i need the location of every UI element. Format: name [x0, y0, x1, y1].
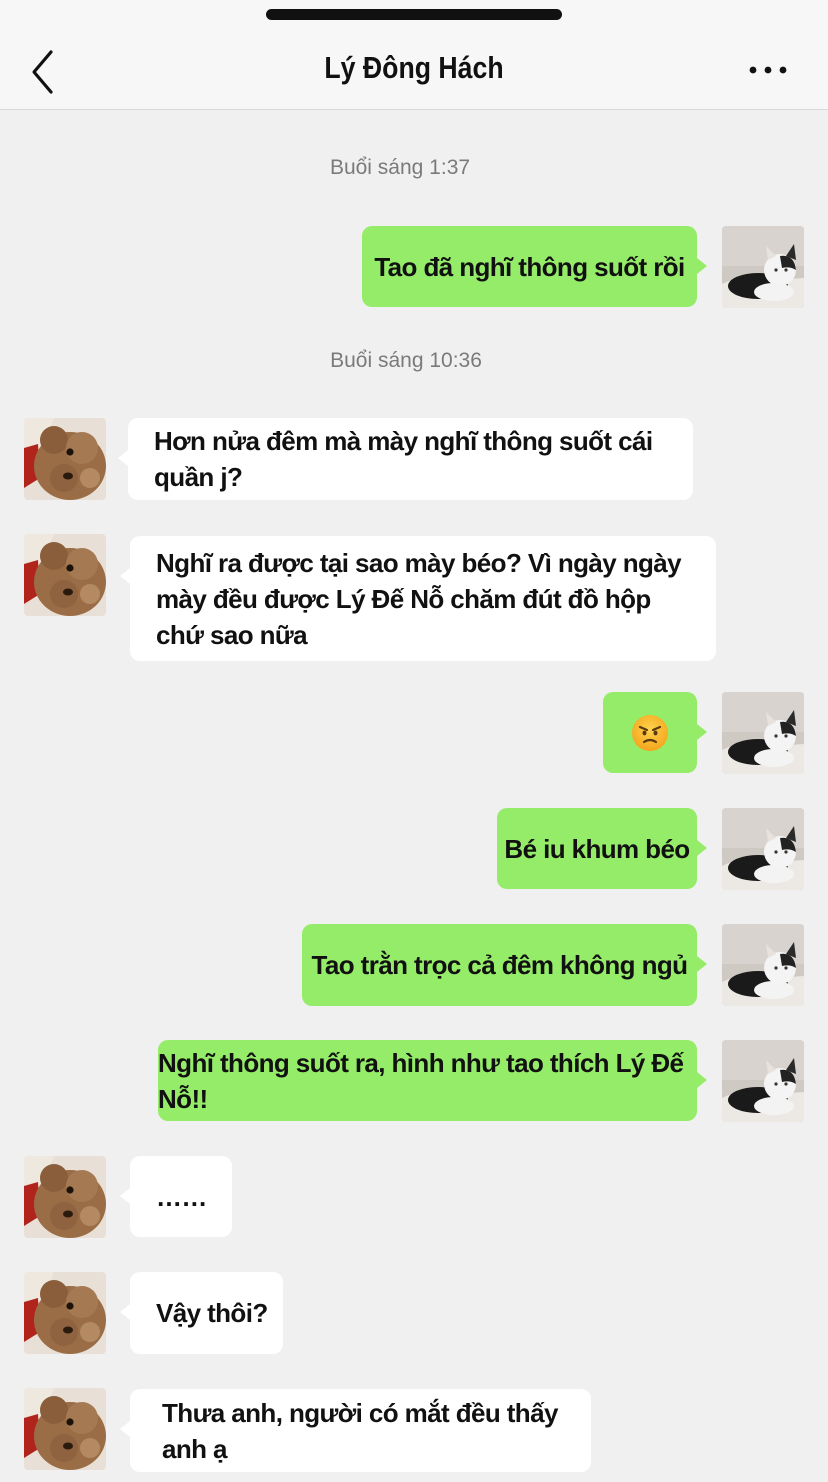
- message-text: Bé iu khum béo: [504, 833, 690, 864]
- avatar-contact[interactable]: [24, 1388, 106, 1470]
- message-bubble-received[interactable]: Thưa anh, người có mắt đều thấy anh ạ: [120, 1389, 591, 1472]
- avatar-contact[interactable]: [24, 1272, 106, 1354]
- message-text: Nghĩ thông suốt ra, hình như tao thích L…: [158, 1047, 684, 1114]
- avatar-self[interactable]: [722, 226, 804, 308]
- message-bubble-sent[interactable]: Nghĩ thông suốt ra, hình như tao thích L…: [158, 1040, 707, 1121]
- message-bubble-sent[interactable]: Tao trằn trọc cả đêm không ngủ: [302, 924, 707, 1006]
- message-text: Vậy thôi?: [156, 1298, 268, 1328]
- avatar-self[interactable]: [722, 1040, 804, 1122]
- message-bubble-sent[interactable]: [603, 692, 707, 773]
- more-dots-icon: [749, 66, 787, 74]
- message-bubble-received[interactable]: Vậy thôi?: [120, 1272, 283, 1354]
- more-button[interactable]: [740, 54, 796, 86]
- status-bar: [0, 0, 828, 36]
- message-text: Hơn nửa đêm mà mày nghĩ thông suốt cái q…: [154, 426, 653, 492]
- message-text: Nghĩ ra được tại sao mày béo? Vì ngày ng…: [156, 547, 682, 650]
- message-bubble-received[interactable]: ……: [120, 1156, 232, 1237]
- message-text: Thưa anh, người có mắt đều thấy anh ạ: [162, 1397, 558, 1464]
- home-indicator: [266, 9, 562, 20]
- avatar-contact[interactable]: [24, 534, 106, 616]
- avatar-contact[interactable]: [24, 1156, 106, 1238]
- timestamp: Buổi sáng 10:36: [330, 349, 482, 372]
- chat-title: Lý Đông Hách: [324, 50, 504, 85]
- message-text: Tao đã nghĩ thông suốt rồi: [374, 251, 685, 282]
- avatar-self[interactable]: [722, 808, 804, 890]
- message-bubble-received[interactable]: Nghĩ ra được tại sao mày béo? Vì ngày ng…: [120, 536, 716, 661]
- avatar-self[interactable]: [722, 924, 804, 1006]
- nav-bar: Lý Đông Hách: [0, 36, 828, 110]
- timestamp: Buổi sáng 1:37: [329, 156, 471, 179]
- message-text: ……: [156, 1181, 207, 1212]
- angry-face-emoji: [631, 714, 669, 752]
- message-bubble-received[interactable]: Hơn nửa đêm mà mày nghĩ thông suốt cái q…: [118, 418, 693, 500]
- message-text: Tao trằn trọc cả đêm không ngủ: [311, 950, 688, 980]
- message-bubble-sent[interactable]: Tao đã nghĩ thông suốt rồi: [362, 226, 707, 307]
- message-bubble-sent[interactable]: Bé iu khum béo: [497, 808, 707, 889]
- avatar-self[interactable]: [722, 692, 804, 774]
- avatar-contact[interactable]: [24, 418, 106, 500]
